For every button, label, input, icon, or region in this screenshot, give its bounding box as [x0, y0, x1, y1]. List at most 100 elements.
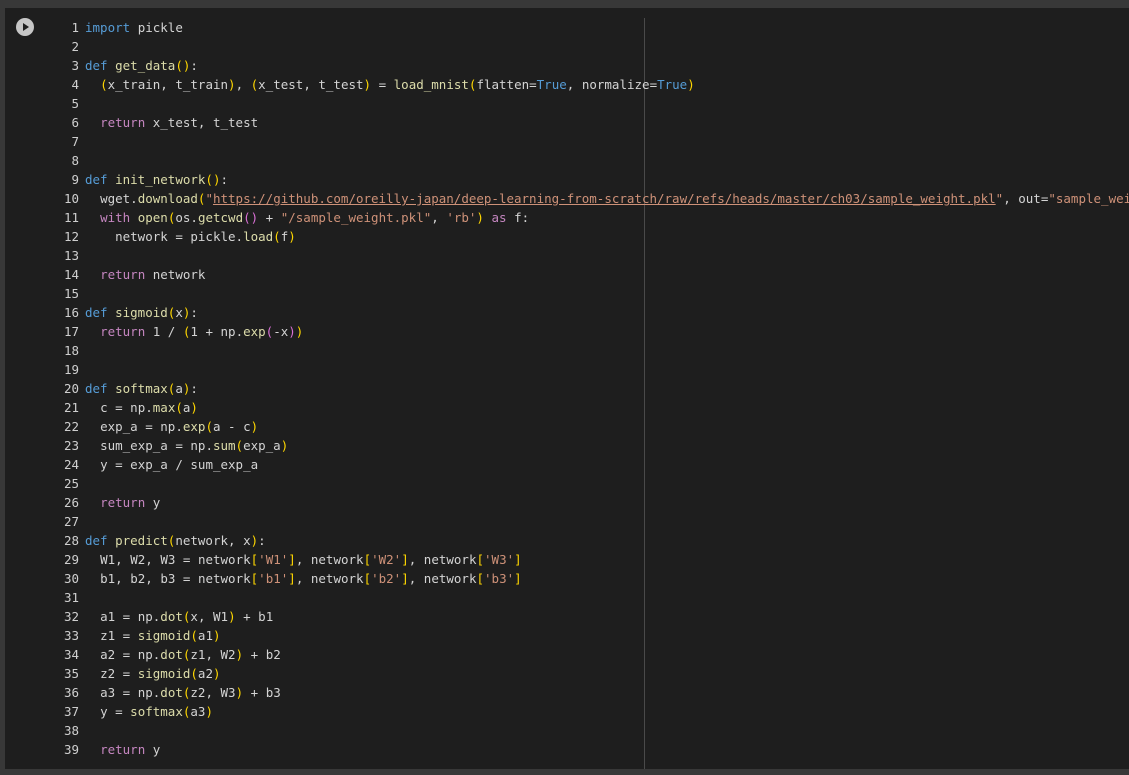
code-line[interactable]: 32 a1 = np.dot(x, W1) + b1	[5, 607, 1129, 626]
code-text: def init_network():	[85, 172, 229, 187]
code-line[interactable]: 18	[5, 341, 1129, 360]
code-text: wget.download("https://github.com/oreill…	[100, 191, 1129, 206]
line-number: 28	[63, 533, 79, 548]
code-text: W1, W2, W3 = network['W1'], network['W2'…	[100, 552, 522, 567]
code-line[interactable]: 28 def predict(network, x):	[5, 531, 1129, 550]
code-line[interactable]: 12 network = pickle.load(f)	[5, 227, 1129, 246]
line-number: 29	[63, 552, 79, 567]
code-text: def predict(network, x):	[85, 533, 266, 548]
code-line[interactable]: 7	[5, 132, 1129, 151]
code-text: a3 = np.dot(z2, W3) + b3	[100, 685, 281, 700]
code-line[interactable]: 17 return 1 / (1 + np.exp(-x))	[5, 322, 1129, 341]
code-line[interactable]: 9 def init_network():	[5, 170, 1129, 189]
code-line[interactable]: 16 def sigmoid(x):	[5, 303, 1129, 322]
code-line[interactable]: 22 exp_a = np.exp(a - c)	[5, 417, 1129, 436]
line-number: 14	[63, 267, 79, 282]
line-number: 38	[63, 723, 79, 738]
code-line[interactable]: 37 y = softmax(a3)	[5, 702, 1129, 721]
code-line[interactable]: 29 W1, W2, W3 = network['W1'], network['…	[5, 550, 1129, 569]
line-number: 23	[63, 438, 79, 453]
code-text: def softmax(a):	[85, 381, 198, 396]
code-line[interactable]: 14 return network	[5, 265, 1129, 284]
code-text: y = exp_a / sum_exp_a	[100, 457, 259, 472]
code-line[interactable]: 20 def softmax(a):	[5, 379, 1129, 398]
code-line[interactable]: 1 import pickle	[5, 18, 1129, 37]
line-number: 37	[63, 704, 79, 719]
code-text: a1 = np.dot(x, W1) + b1	[100, 609, 274, 624]
line-number: 31	[63, 590, 79, 605]
code-text: y = softmax(a3)	[100, 704, 213, 719]
line-number: 2	[71, 39, 79, 54]
code-line[interactable]: 3 def get_data():	[5, 56, 1129, 75]
code-line[interactable]: 31	[5, 588, 1129, 607]
code-line[interactable]: 39 return y	[5, 740, 1129, 759]
code-line[interactable]: 33 z1 = sigmoid(a1)	[5, 626, 1129, 645]
code-text: def get_data():	[85, 58, 198, 73]
line-number: 30	[63, 571, 79, 586]
line-number: 22	[63, 419, 79, 434]
line-number: 35	[63, 666, 79, 681]
line-number: 5	[71, 96, 79, 111]
code-line[interactable]: 19	[5, 360, 1129, 379]
line-number: 11	[63, 210, 79, 225]
line-number: 4	[71, 77, 79, 92]
code-text: sum_exp_a = np.sum(exp_a)	[100, 438, 289, 453]
code-text: c = np.max(a)	[100, 400, 198, 415]
code-text: b1, b2, b3 = network['b1'], network['b2'…	[100, 571, 522, 586]
line-number: 39	[63, 742, 79, 757]
line-number: 21	[63, 400, 79, 415]
code-line[interactable]: 4 (x_train, t_train), (x_test, t_test) =…	[5, 75, 1129, 94]
code-line[interactable]: 36 a3 = np.dot(z2, W3) + b3	[5, 683, 1129, 702]
code-text: network = pickle.load(f)	[115, 229, 296, 244]
code-line[interactable]: 30 b1, b2, b3 = network['b1'], network['…	[5, 569, 1129, 588]
line-number: 25	[63, 476, 79, 491]
code-text: (x_train, t_train), (x_test, t_test) = l…	[100, 77, 695, 92]
line-number: 7	[71, 134, 79, 149]
line-number: 13	[63, 248, 79, 263]
code-line[interactable]: 34 a2 = np.dot(z1, W2) + b2	[5, 645, 1129, 664]
line-number: 1	[71, 20, 79, 35]
code-line[interactable]: 38	[5, 721, 1129, 740]
code-text: a2 = np.dot(z1, W2) + b2	[100, 647, 281, 662]
code-cell[interactable]: 1 import pickle 2 3 def get_data(): 4 (x_trai…	[5, 8, 1129, 769]
line-number: 33	[63, 628, 79, 643]
line-number: 18	[63, 343, 79, 358]
code-line[interactable]: 15	[5, 284, 1129, 303]
code-line[interactable]: 26 return y	[5, 493, 1129, 512]
code-text: import pickle	[85, 20, 183, 35]
code-editor[interactable]: 1 import pickle 2 3 def get_data(): 4 (x_trai…	[5, 18, 1129, 759]
line-number: 9	[71, 172, 79, 187]
code-line[interactable]: 6 return x_test, t_test	[5, 113, 1129, 132]
code-text: return y	[100, 742, 161, 757]
line-number: 12	[63, 229, 79, 244]
code-line[interactable]: 23 sum_exp_a = np.sum(exp_a)	[5, 436, 1129, 455]
line-number: 15	[63, 286, 79, 301]
line-number: 19	[63, 362, 79, 377]
code-line[interactable]: 10 wget.download("https://github.com/ore…	[5, 189, 1129, 208]
line-number: 6	[71, 115, 79, 130]
line-number: 26	[63, 495, 79, 510]
code-line[interactable]: 35 z2 = sigmoid(a2)	[5, 664, 1129, 683]
code-line[interactable]: 5	[5, 94, 1129, 113]
line-number: 27	[63, 514, 79, 529]
code-line[interactable]: 8	[5, 151, 1129, 170]
line-number: 8	[71, 153, 79, 168]
code-line[interactable]: 2	[5, 37, 1129, 56]
code-line[interactable]: 24 y = exp_a / sum_exp_a	[5, 455, 1129, 474]
line-number: 20	[63, 381, 79, 396]
code-text: def sigmoid(x):	[85, 305, 198, 320]
code-text: z2 = sigmoid(a2)	[100, 666, 221, 681]
line-number: 3	[71, 58, 79, 73]
code-line[interactable]: 27	[5, 512, 1129, 531]
code-text: z1 = sigmoid(a1)	[100, 628, 221, 643]
code-text: return 1 / (1 + np.exp(-x))	[100, 324, 304, 339]
code-text: return y	[100, 495, 161, 510]
code-line[interactable]: 25	[5, 474, 1129, 493]
code-line[interactable]: 13	[5, 246, 1129, 265]
code-line[interactable]: 11 with open(os.getcwd() + "/sample_weig…	[5, 208, 1129, 227]
code-line[interactable]: 21 c = np.max(a)	[5, 398, 1129, 417]
code-text: return x_test, t_test	[100, 115, 259, 130]
code-text: exp_a = np.exp(a - c)	[100, 419, 259, 434]
line-number: 32	[63, 609, 79, 624]
code-text: with open(os.getcwd() + "/sample_weight.…	[100, 210, 530, 225]
